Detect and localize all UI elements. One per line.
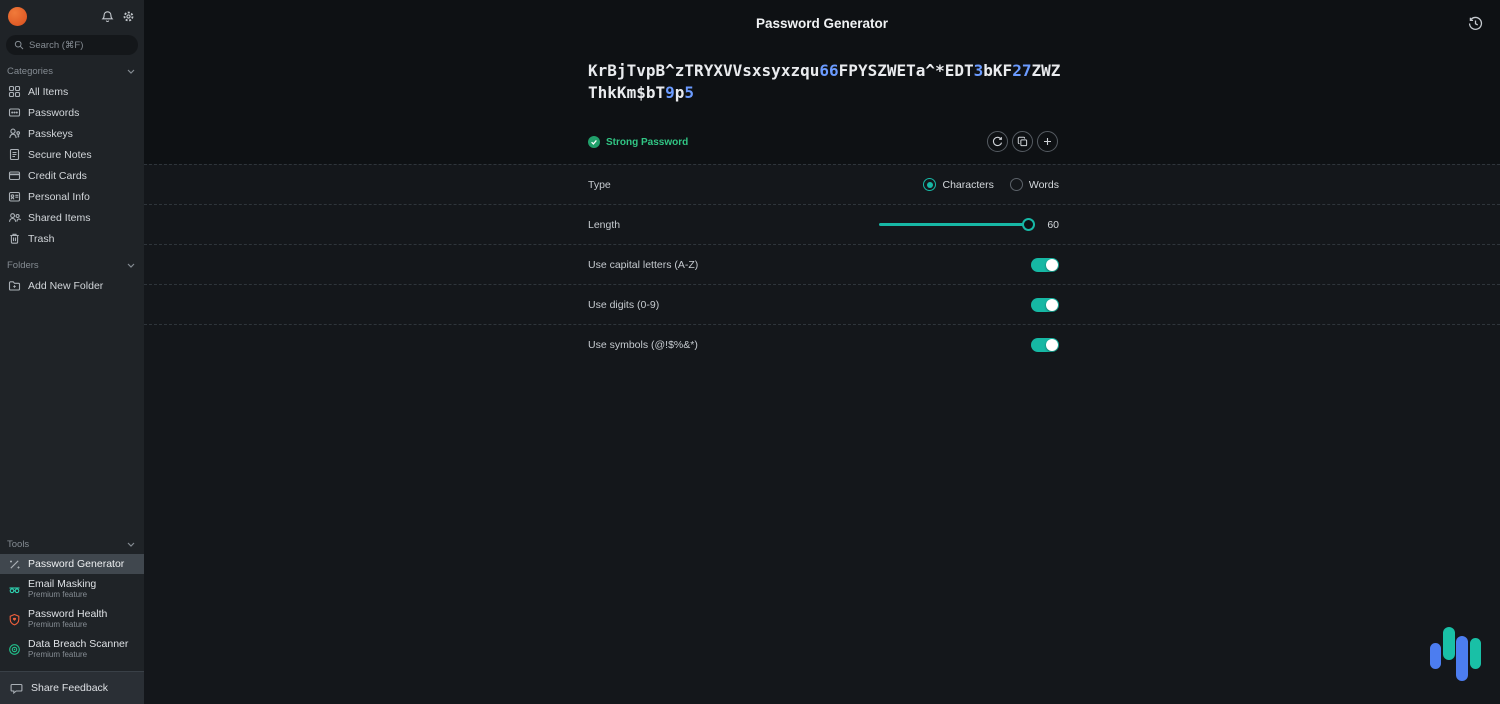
strength-indicator: Strong Password	[588, 136, 688, 148]
sidebar-item-personal-info[interactable]: Personal Info	[0, 186, 144, 207]
page-title: Password Generator	[756, 16, 888, 31]
id-badge-icon	[8, 190, 21, 203]
section-folders: Folders	[0, 255, 144, 275]
sidebar-item-passwords[interactable]: Passwords	[0, 102, 144, 123]
history-icon[interactable]	[1464, 12, 1486, 34]
strength-label: Strong Password	[606, 137, 688, 148]
brand-logo	[1428, 626, 1484, 682]
settings-rows: Type Characters Words Length	[144, 164, 1500, 364]
length-value: 60	[1045, 219, 1059, 231]
sidebar-item-data-breach-scanner[interactable]: Data Breach Scanner Premium feature	[0, 634, 144, 664]
length-label: Length	[588, 219, 620, 231]
share-feedback-button[interactable]: Share Feedback	[0, 671, 144, 704]
avatar[interactable]	[8, 7, 27, 26]
sidebar-item-trash[interactable]: Trash	[0, 228, 144, 249]
sidebar-item-password-generator[interactable]: Password Generator	[0, 554, 144, 574]
capital-letters-toggle[interactable]	[1031, 258, 1059, 272]
passkey-icon	[8, 127, 21, 140]
row-digits: Use digits (0-9)	[144, 284, 1500, 324]
sidebar-item-secure-notes[interactable]: Secure Notes	[0, 144, 144, 165]
sidebar-item-credit-cards[interactable]: Credit Cards	[0, 165, 144, 186]
note-icon	[8, 148, 21, 161]
page-header: Password Generator	[144, 0, 1500, 46]
radio-words[interactable]: Words	[1010, 178, 1059, 191]
sidebar-item-email-masking[interactable]: Email Masking Premium feature	[0, 574, 144, 604]
search-icon	[14, 40, 24, 50]
radar-icon	[8, 643, 21, 656]
length-slider[interactable]	[879, 218, 1035, 231]
sidebar-item-passkeys[interactable]: Passkeys	[0, 123, 144, 144]
chevron-down-icon[interactable]	[127, 69, 135, 74]
type-label: Type	[588, 179, 611, 191]
password-card-icon	[8, 106, 21, 119]
search-input[interactable]: Search (⌘F)	[6, 35, 138, 55]
row-symbols: Use symbols (@!$%&*)	[144, 324, 1500, 364]
gear-icon[interactable]	[122, 10, 135, 23]
radio-unselected-icon	[1010, 178, 1023, 191]
password-actions	[987, 131, 1058, 152]
slider-knob[interactable]	[1022, 218, 1035, 231]
section-categories: Categories	[0, 61, 144, 81]
trash-icon	[8, 232, 21, 245]
shield-heart-icon	[8, 613, 21, 626]
chat-bubble-icon	[10, 682, 23, 695]
users-icon	[8, 211, 21, 224]
type-radio-group: Characters Words	[923, 178, 1059, 191]
folder-plus-icon	[8, 279, 21, 292]
grid-icon	[8, 85, 21, 98]
section-tools: Tools	[0, 534, 144, 554]
row-type: Type Characters Words	[144, 164, 1500, 204]
sidebar-item-password-health[interactable]: Password Health Premium feature	[0, 604, 144, 634]
check-icon	[588, 136, 600, 148]
sidebar: Search (⌘F) Categories All Items Passwor…	[0, 0, 144, 704]
add-button[interactable]	[1037, 131, 1058, 152]
sidebar-item-add-new-folder[interactable]: Add New Folder	[0, 275, 144, 296]
regenerate-button[interactable]	[987, 131, 1008, 152]
credit-card-icon	[8, 169, 21, 182]
sidebar-item-all-items[interactable]: All Items	[0, 81, 144, 102]
row-capital-letters: Use capital letters (A-Z)	[144, 244, 1500, 284]
wand-icon	[8, 558, 21, 571]
search-placeholder: Search (⌘F)	[29, 40, 83, 51]
main-area: Password Generator KrBjTvpB^zTRYXVVsxsyx…	[144, 0, 1500, 704]
row-length: Length 60	[144, 204, 1500, 244]
symbols-toggle[interactable]	[1031, 338, 1059, 352]
sidebar-top-bar	[0, 0, 144, 26]
sidebar-item-shared-items[interactable]: Shared Items	[0, 207, 144, 228]
mask-icon	[8, 583, 21, 596]
chevron-down-icon[interactable]	[127, 542, 135, 547]
generated-password[interactable]: KrBjTvpB^zTRYXVVsxsyxzqu66FPYSZWETa^*EDT…	[588, 60, 1070, 104]
bell-icon[interactable]	[101, 10, 114, 23]
radio-selected-icon	[923, 178, 936, 191]
password-hero: KrBjTvpB^zTRYXVVsxsyxzqu66FPYSZWETa^*EDT…	[144, 46, 1500, 164]
tools-section: Tools Password Generator Email Masking P…	[0, 534, 144, 664]
chevron-down-icon[interactable]	[127, 263, 135, 268]
digits-toggle[interactable]	[1031, 298, 1059, 312]
radio-characters[interactable]: Characters	[923, 178, 993, 191]
copy-button[interactable]	[1012, 131, 1033, 152]
